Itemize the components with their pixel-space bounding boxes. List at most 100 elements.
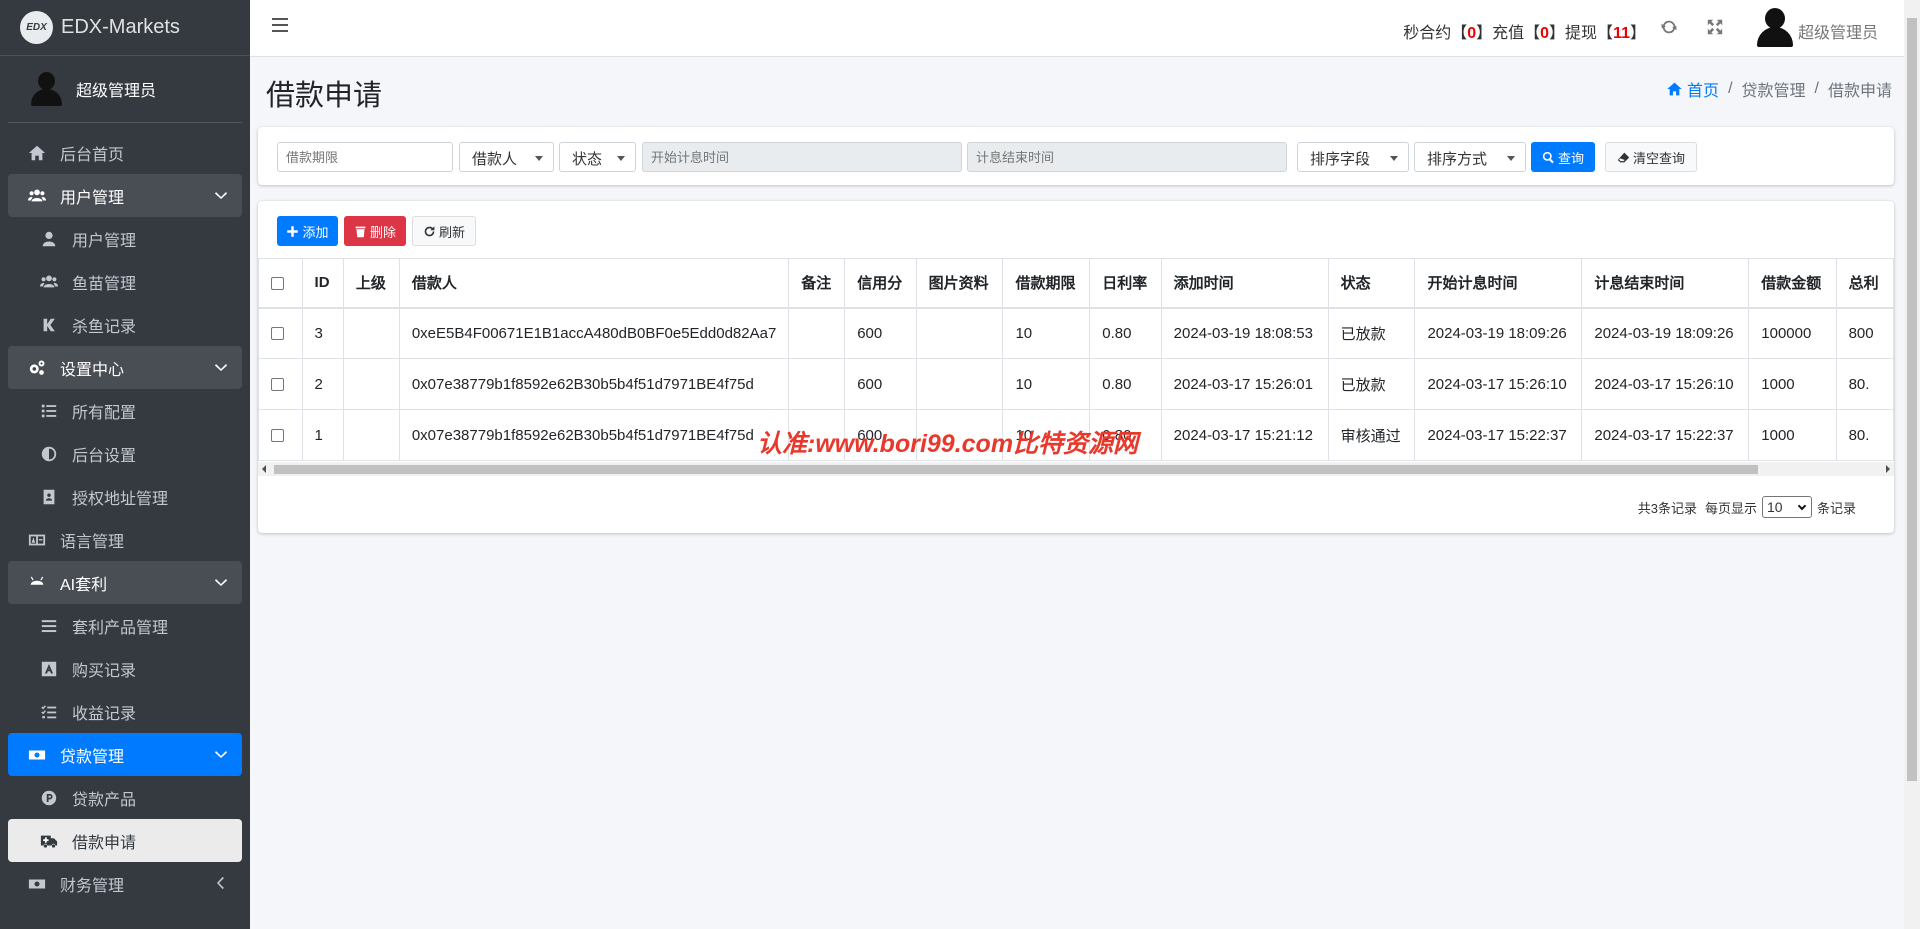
sidebar-item-finance-management[interactable]: 财务管理	[8, 862, 242, 905]
avatar	[30, 72, 62, 106]
sidebar-item-label: 借款申请	[72, 834, 137, 852]
sort-order-select[interactable]: 排序方式	[1414, 142, 1526, 172]
query-button-label: 查询	[1557, 150, 1584, 166]
column-header[interactable]: 状态	[1327, 258, 1416, 309]
sidebar-item-dashboard[interactable]: 后台首页	[8, 131, 242, 174]
column-header[interactable]: 借款金额	[1748, 258, 1837, 309]
column-header[interactable]: 信用分	[844, 258, 917, 309]
table-cell: 0x07e38779b1f8592e62B30b5b4f51d7971BE4f7…	[398, 409, 790, 461]
select-all-checkbox[interactable]	[271, 276, 284, 290]
table-row[interactable]: 2 0x07e38779b1f8592e62B30b5b4f51d7971BE4…	[258, 358, 1894, 410]
column-header[interactable]: ID	[301, 258, 344, 309]
row-select-cell[interactable]	[258, 409, 303, 461]
chevron-down-icon	[1797, 501, 1807, 511]
sort-field-select[interactable]: 排序字段	[1297, 142, 1409, 172]
refresh-button[interactable]: 刷新	[412, 216, 476, 246]
scroll-left-icon[interactable]	[262, 465, 266, 473]
sidebar-item-all-config[interactable]: 所有配置	[8, 389, 242, 432]
page-vertical-scrollbar[interactable]	[1904, 0, 1920, 929]
column-header[interactable]: 添加时间	[1160, 258, 1329, 309]
per-page-unit: 条记录	[1816, 500, 1856, 516]
sidebar-item-loan-management[interactable]: 贷款管理	[8, 733, 242, 776]
sidebar-item-loan-products[interactable]: 贷款产品	[8, 776, 242, 819]
refresh-icon[interactable]	[1660, 18, 1680, 38]
user-panel[interactable]: 超级管理员	[8, 56, 242, 123]
sidebar-item-label: 用户管理	[60, 189, 125, 207]
row-checkbox[interactable]	[271, 327, 284, 341]
column-header[interactable]: 计息结束时间	[1581, 258, 1750, 309]
column-header[interactable]: 借款人	[398, 258, 790, 309]
row-checkbox[interactable]	[271, 378, 284, 392]
delete-button[interactable]: 删除	[344, 216, 406, 246]
add-button[interactable]: 添加	[277, 216, 338, 246]
table-cell: 已放款	[1327, 358, 1416, 410]
column-header[interactable]: 日利率	[1089, 258, 1162, 309]
scroll-right-icon[interactable]	[1886, 465, 1890, 473]
per-page-select[interactable]: 10	[1761, 496, 1812, 518]
sidebar-item-ai-arbitrage[interactable]: AI套利	[8, 561, 242, 604]
column-header[interactable]: 备注	[788, 258, 846, 309]
sidebar-item-user-management[interactable]: 用户管理	[8, 174, 242, 217]
sidebar-user-name: 超级管理员	[76, 83, 157, 100]
breadcrumb-home[interactable]: 首页	[1666, 77, 1719, 101]
scrollbar-thumb[interactable]	[274, 465, 1758, 474]
end-time-input[interactable]	[967, 142, 1287, 172]
select-all-cell[interactable]	[258, 258, 303, 309]
row-select-cell[interactable]	[258, 358, 303, 410]
table-cell: 1	[301, 409, 344, 461]
eraser-icon	[1617, 152, 1630, 162]
loan-period-input[interactable]	[277, 142, 453, 172]
refresh-icon	[424, 225, 435, 236]
sidebar-item-language[interactable]: 语言管理	[8, 518, 242, 561]
menu-toggle-icon[interactable]	[272, 18, 288, 38]
column-header[interactable]: 总利	[1835, 258, 1894, 309]
table-row[interactable]: 3 0xeE5B4F00671E1B1accA480dB0BF0e5Edd0d8…	[258, 307, 1894, 359]
filter-card: 借款人 状态 排序字段 排序方式 查询 清空查询	[258, 127, 1894, 185]
ambulance-icon	[38, 831, 60, 851]
brand[interactable]: EDX EDX-Markets	[0, 0, 250, 56]
table-cell: 10	[1002, 358, 1091, 410]
top-user-name[interactable]: 超级管理员	[1798, 19, 1878, 43]
page-title: 借款申请	[266, 80, 383, 112]
table-cell: 80.	[1835, 358, 1894, 410]
table-horizontal-scrollbar[interactable]	[258, 462, 1894, 476]
table-cell: 已放款	[1327, 307, 1416, 359]
scrollbar-thumb[interactable]	[1907, 18, 1917, 781]
query-button[interactable]: 查询	[1531, 142, 1595, 172]
breadcrumb-parent[interactable]: 贷款管理	[1742, 77, 1806, 101]
sidebar-item-income-records[interactable]: 收益记录	[8, 690, 242, 733]
row-select-cell[interactable]	[258, 307, 303, 359]
status-select[interactable]: 状态	[559, 142, 636, 172]
sidebar-item-auth-address[interactable]: 授权地址管理	[8, 475, 242, 518]
stat-contract-label: 秒合约【	[1403, 25, 1468, 42]
top-stats[interactable]: 秒合约【0】充值【0】提现【11】	[1403, 19, 1646, 43]
row-checkbox[interactable]	[271, 429, 284, 443]
sort-field-label: 排序字段	[1310, 151, 1371, 168]
table-cell: 2024-03-17 15:22:37	[1414, 409, 1583, 461]
clear-query-button[interactable]: 清空查询	[1605, 142, 1697, 172]
table-cell	[915, 307, 1004, 359]
sidebar-item-admin-settings[interactable]: 后台设置	[8, 432, 242, 475]
sidebar-item-settings-center[interactable]: 设置中心	[8, 346, 242, 389]
fullscreen-icon[interactable]	[1706, 18, 1726, 38]
column-header[interactable]: 开始计息时间	[1414, 258, 1583, 309]
table-cell: 800	[1835, 307, 1894, 359]
sidebar-item-loan-applications[interactable]: 借款申请	[8, 819, 242, 862]
borrower-select[interactable]: 借款人	[459, 142, 554, 172]
home-icon	[26, 143, 48, 163]
column-header[interactable]: 借款期限	[1002, 258, 1091, 309]
sidebar-item-fry-management[interactable]: 鱼苗管理	[8, 260, 242, 303]
column-header[interactable]: 上级	[342, 258, 400, 309]
sidebar-item-kill-records[interactable]: 杀鱼记录	[8, 303, 242, 346]
table-cell	[788, 358, 846, 410]
start-time-input[interactable]	[642, 142, 962, 172]
table-cell: 2024-03-19 18:09:26	[1581, 307, 1750, 359]
product-icon	[38, 788, 60, 808]
sidebar-item-arbitrage-products[interactable]: 套利产品管理	[8, 604, 242, 647]
chevron-down-icon	[214, 188, 228, 202]
sidebar-item-users[interactable]: 用户管理	[8, 217, 242, 260]
avatar[interactable]	[1754, 6, 1796, 48]
table-cell: 2024-03-17 15:21:12	[1160, 409, 1329, 461]
column-header[interactable]: 图片资料	[915, 258, 1004, 309]
sidebar-item-purchase-records[interactable]: 购买记录	[8, 647, 242, 690]
